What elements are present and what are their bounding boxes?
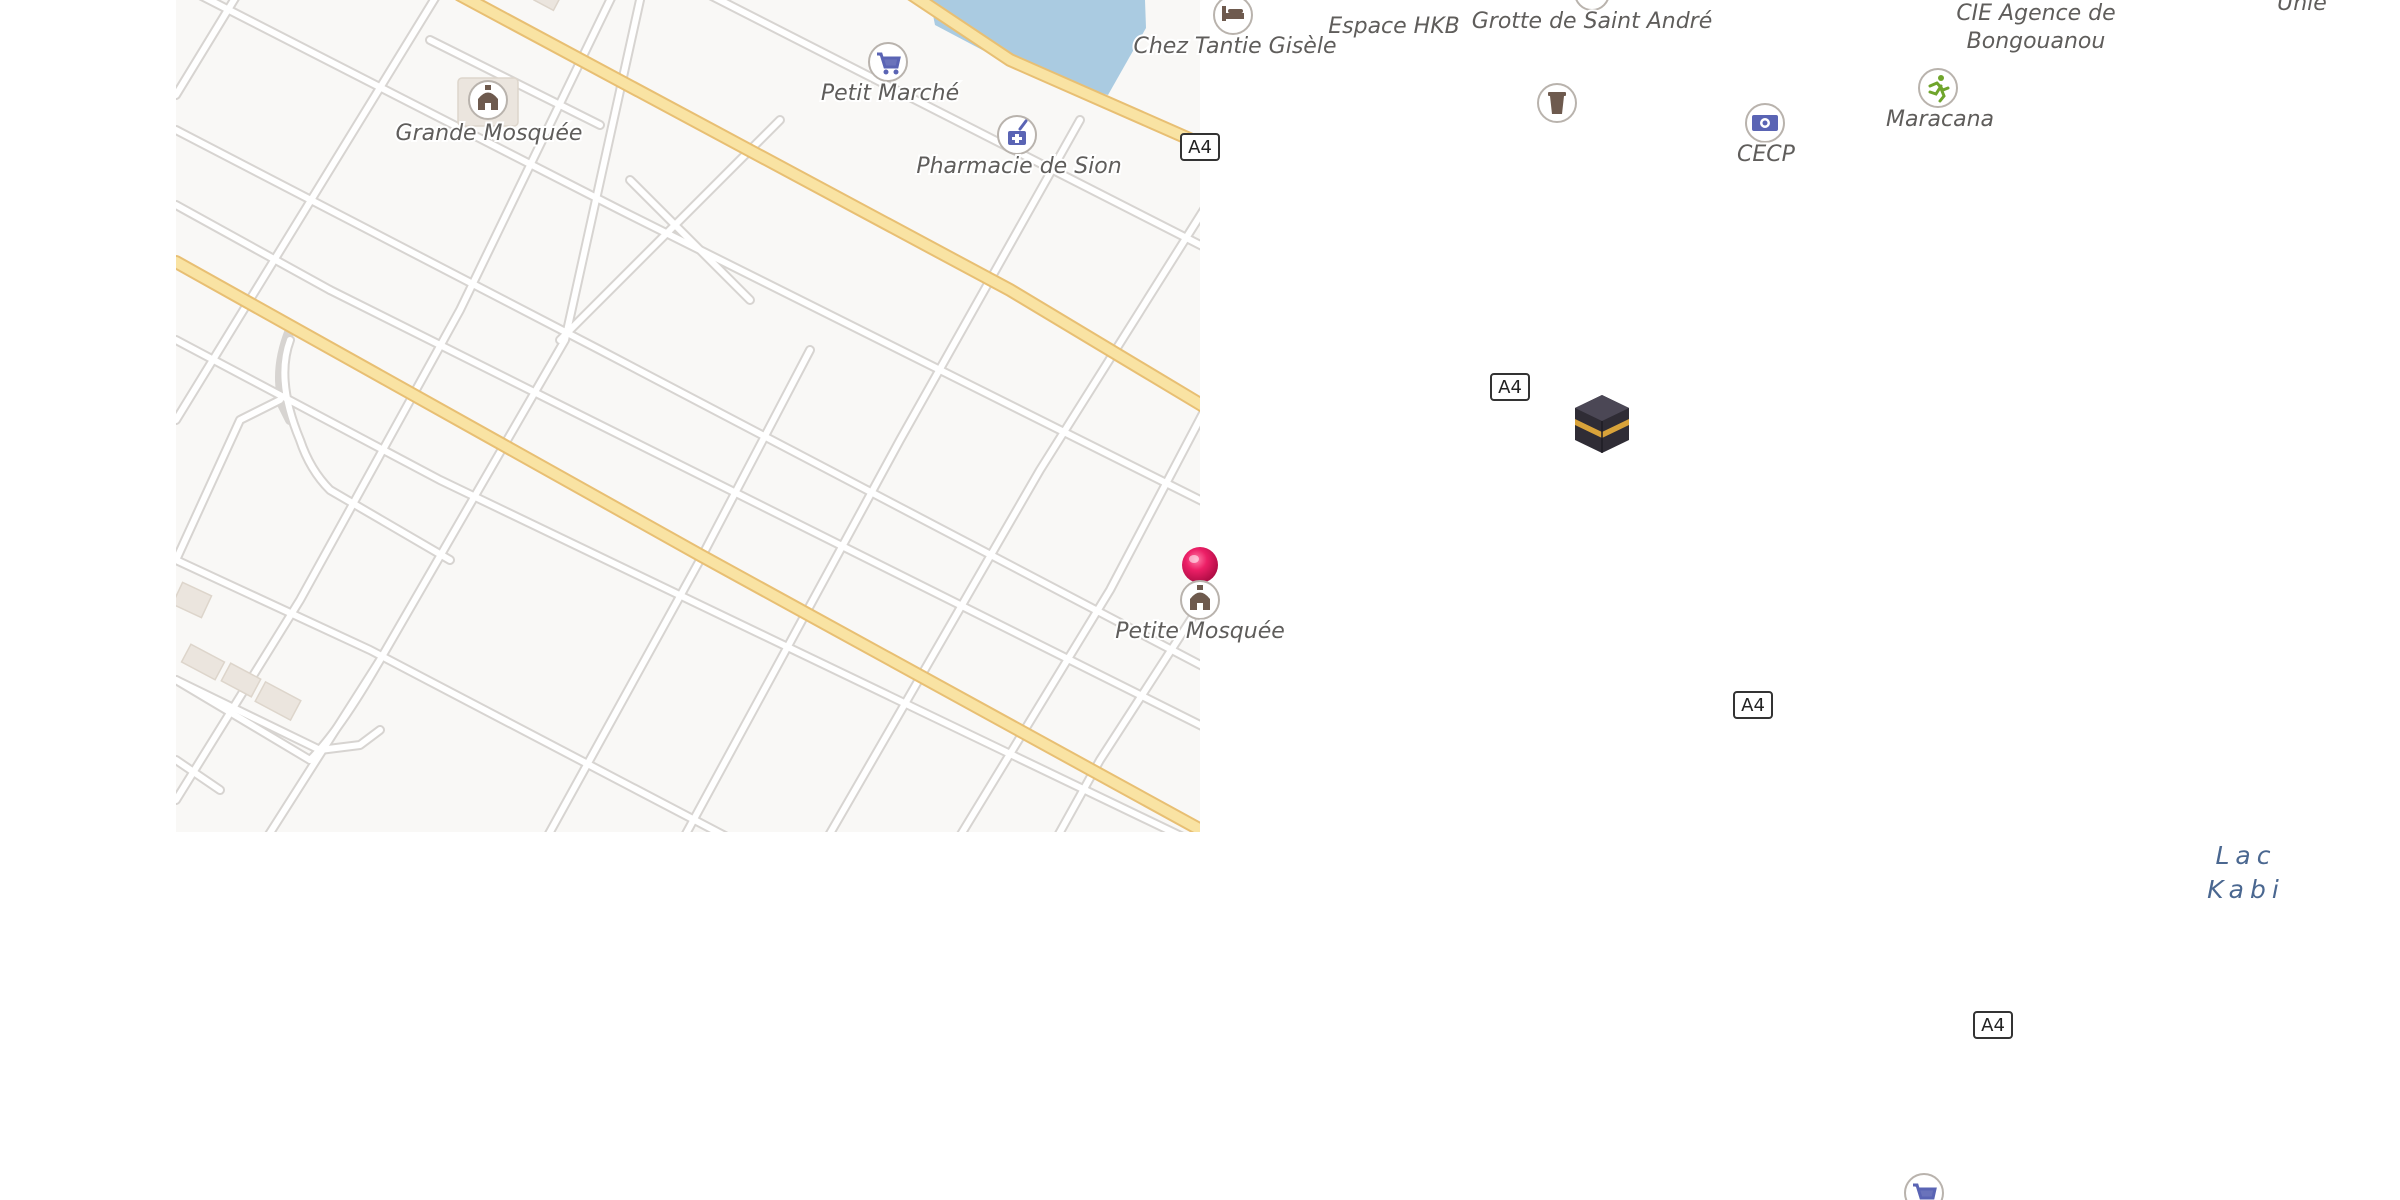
mosque-icon — [1180, 580, 1220, 620]
sports-runner-icon — [1918, 68, 1958, 108]
poi-label: Grotte de Saint André — [1472, 9, 1713, 34]
poi-label: Petite Mosquée — [1115, 619, 1285, 644]
road-shield-a4: A4 — [1973, 1011, 2013, 1039]
road-shield-a4: A4 — [1733, 691, 1773, 719]
svg-text:A4: A4 — [1981, 1015, 2005, 1036]
waste-basket-icon[interactable] — [1537, 83, 1577, 123]
poi-label: CECP — [1737, 142, 1796, 167]
shopping-cart-icon — [868, 42, 908, 82]
poi-cecp[interactable]: CECP — [1735, 103, 1798, 169]
poi-label: Unie — [2277, 0, 2327, 16]
water-label-lac-kabi: Lac Kabi — [2207, 841, 2285, 904]
poi-label: Espace HKB — [1328, 14, 1460, 39]
road-shield-a4: A4 — [1490, 373, 1530, 401]
svg-text:A4: A4 — [1188, 137, 1212, 158]
poi-espace-hkb[interactable]: Espace HKB — [1326, 12, 1462, 41]
shopping-cart-icon[interactable] — [1904, 1173, 1944, 1200]
map-canvas[interactable]: A4 A4 A4 A4 Chez Tantie Gisèle Espace HK… — [0, 0, 2400, 1200]
water-label-line1: Lac — [2216, 841, 2277, 870]
poi-label-line1: CIE Agence de — [1956, 1, 2115, 26]
svg-text:A4: A4 — [1498, 377, 1522, 398]
poi-label: Grande Mosquée — [396, 121, 583, 146]
poi-unie[interactable]: Unie — [2275, 0, 2329, 18]
poi-label: Pharmacie de Sion — [916, 154, 1121, 179]
poi-maracana[interactable]: Maracana — [1884, 68, 1996, 134]
mosque-icon — [468, 80, 508, 120]
poi-cie-agence[interactable]: CIE Agence de Bongouanou — [1954, 0, 2117, 56]
pharmacy-icon — [997, 115, 1037, 155]
poi-label: Petit Marché — [821, 81, 959, 106]
poi-label-line2: Bongouanou — [1967, 29, 2106, 54]
poi-grotte-de-saint-andre[interactable]: Grotte de Saint André — [1470, 0, 1714, 36]
road-shield-a4: A4 — [1180, 133, 1220, 161]
kaaba-icon[interactable] — [1575, 395, 1629, 453]
poi-label: Chez Tantie Gisèle — [1133, 34, 1336, 59]
water-label-line2: Kabi — [2207, 875, 2285, 904]
svg-text:A4: A4 — [1741, 695, 1765, 716]
bed-icon — [1213, 0, 1253, 35]
banknote-icon — [1745, 103, 1785, 143]
poi-label: Maracana — [1886, 107, 1994, 132]
